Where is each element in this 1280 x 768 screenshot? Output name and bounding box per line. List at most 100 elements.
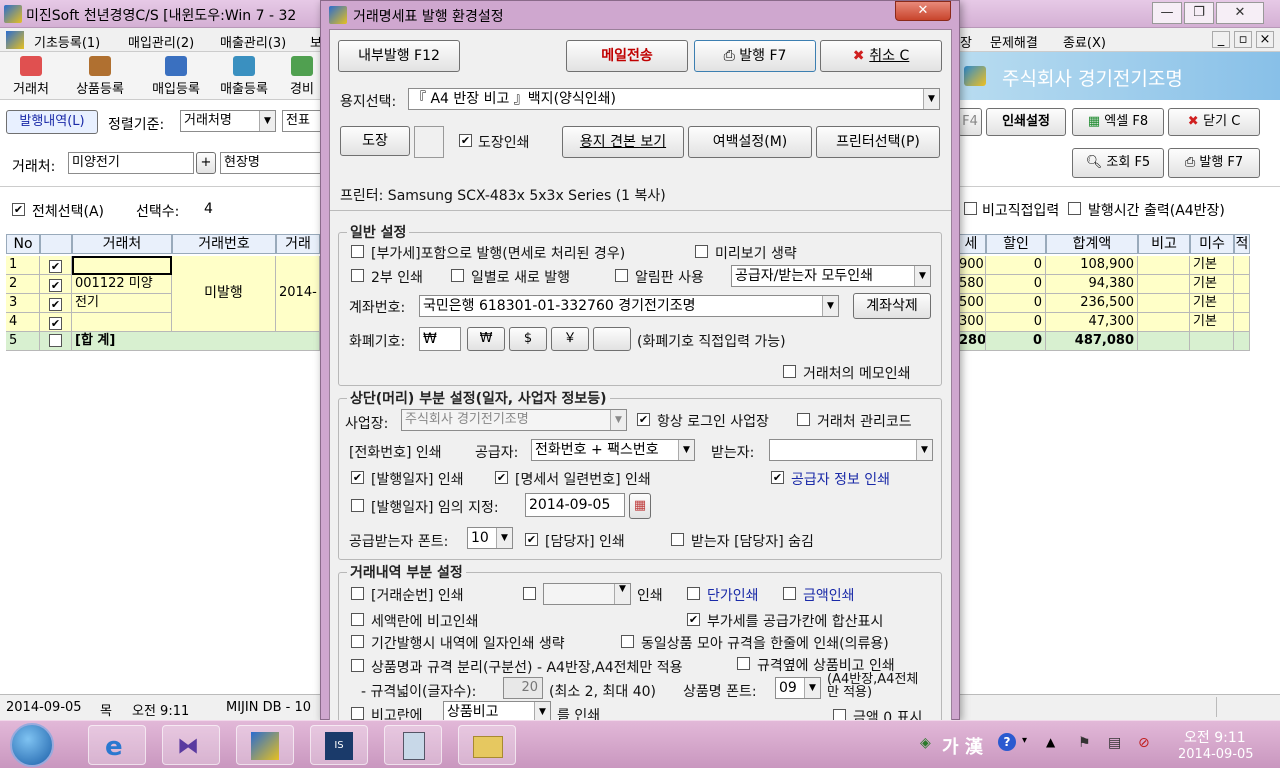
seq-print-checkbox[interactable] <box>351 587 364 600</box>
account-select[interactable]: 국민은행 618301-01-332760 경기전기조명 ▼ <box>419 295 839 317</box>
row-checkbox[interactable]: ✔ <box>49 298 62 311</box>
taskbar-folder[interactable] <box>458 725 516 765</box>
row-check[interactable]: ✔ <box>40 256 72 275</box>
tray-expand-icon[interactable]: ▲ <box>1046 735 1055 749</box>
manager-print-checkbox[interactable]: ✔ <box>525 533 538 546</box>
menu-partial[interactable]: 장 <box>960 32 972 51</box>
row-memo[interactable] <box>1138 256 1190 275</box>
row-misu[interactable]: 기본 <box>1190 294 1234 313</box>
currency-input[interactable]: ₩ <box>419 327 461 351</box>
vat-included-checkbox[interactable] <box>351 245 364 258</box>
search-button[interactable]: 🔍︎ 조회 F5 <box>1072 148 1164 178</box>
extra-print-select[interactable]: ▼ <box>543 583 631 605</box>
total-tax[interactable]: 280 <box>956 332 986 351</box>
mdi-close-icon[interactable]: × <box>1256 31 1274 48</box>
total-check[interactable] <box>40 332 72 351</box>
item-font-select[interactable]: 09 ▼ <box>775 677 821 699</box>
date-input[interactable]: 2014-09-05 <box>525 493 625 517</box>
internal-issue-button[interactable]: 내부발행 F12 <box>338 40 460 72</box>
both-print-select[interactable]: 공급자/받는자 모두인쇄 ▼ <box>731 265 931 287</box>
row-misu[interactable]: 기본 <box>1190 313 1234 332</box>
mdi-restore-icon[interactable]: ▫ <box>1234 31 1252 48</box>
row-discount[interactable]: 0 <box>986 275 1046 294</box>
row-tax[interactable]: 580 <box>956 275 986 294</box>
tax-memo-checkbox[interactable] <box>351 613 364 626</box>
two-copies-checkbox[interactable] <box>351 269 364 282</box>
client-input[interactable]: 미양전기 <box>68 152 194 174</box>
row-extra[interactable] <box>1234 275 1250 294</box>
currency-dollar-button[interactable]: $ <box>509 327 547 351</box>
col-client[interactable]: 거래처 <box>72 234 172 254</box>
sort-select[interactable]: 거래처명 ▼ <box>180 110 276 132</box>
site-input[interactable]: 현장명 <box>220 152 324 174</box>
row-discount[interactable]: 0 <box>986 313 1046 332</box>
paper-select[interactable]: 『 A4 반장 비고 』백지(양식인쇄) ▼ <box>408 88 940 110</box>
dialog-close-button[interactable]: ✕ <box>895 1 951 21</box>
taskbar-media[interactable]: ⧓ <box>162 725 220 765</box>
row-tax[interactable]: 900 <box>956 256 986 275</box>
margin-button[interactable]: 여백설정(M) <box>688 126 812 158</box>
row-memo[interactable] <box>1138 294 1190 313</box>
toolbar-sales-button[interactable]: 매출등록 <box>212 54 276 98</box>
help-icon[interactable]: ? <box>998 733 1016 751</box>
usb-icon[interactable]: ▤ <box>1108 735 1121 751</box>
supplier-info-checkbox[interactable]: ✔ <box>771 471 784 484</box>
client-memo-checkbox[interactable] <box>783 365 796 378</box>
row-check[interactable]: ✔ <box>40 294 72 313</box>
same-item-checkbox[interactable] <box>621 635 634 648</box>
toolbar-client-button[interactable]: 거래처 <box>6 54 56 98</box>
currency-won-button[interactable]: ₩ <box>467 327 505 351</box>
total-misu[interactable] <box>1190 332 1234 351</box>
select-all-checkbox[interactable]: ✔ <box>12 203 25 216</box>
sort-select-2[interactable]: 전표 <box>282 110 322 132</box>
f4-button[interactable]: F4 <box>958 108 982 136</box>
menu-basic[interactable]: 기초등록(1) <box>34 32 100 51</box>
menu-exit[interactable]: 종료(X) <box>1063 32 1106 51</box>
total-sum[interactable]: 487,080 <box>1046 332 1138 351</box>
menu-purchase[interactable]: 매입관리(2) <box>128 32 194 51</box>
menu-troubleshoot[interactable]: 문제해결 <box>990 32 1038 51</box>
col-date[interactable]: 거래 <box>276 234 320 254</box>
col-extra[interactable]: 적 <box>1234 234 1250 254</box>
row-client[interactable]: 전기 <box>72 294 172 313</box>
extra-print-checkbox[interactable] <box>523 587 536 600</box>
supplier-select[interactable]: 전화번호 + 팩스번호 ▼ <box>531 439 695 461</box>
row-extra[interactable] <box>1234 313 1250 332</box>
issue-time-checkbox[interactable] <box>1068 202 1081 215</box>
col-misu[interactable]: 미수 <box>1190 234 1234 254</box>
row-no[interactable]: 4 <box>6 313 40 332</box>
cancel-button[interactable]: ✖ 취소 C <box>820 40 942 72</box>
row-checkbox[interactable]: ✔ <box>49 260 62 273</box>
row-memo[interactable] <box>1138 275 1190 294</box>
paper-preview-button[interactable]: 용지 견본 보기 <box>562 126 684 158</box>
currency-empty-button[interactable] <box>593 327 631 351</box>
ime-status[interactable]: 가 漢 <box>942 733 983 759</box>
total-memo[interactable] <box>1138 332 1190 351</box>
split-name-checkbox[interactable] <box>351 659 364 672</box>
taskbar-is50[interactable]: IS <box>310 725 368 765</box>
unit-price-checkbox[interactable] <box>687 587 700 600</box>
hide-receiver-manager-checkbox[interactable] <box>671 533 684 546</box>
total-no[interactable]: 5 <box>6 332 40 351</box>
tray-time[interactable]: 오전 9:11 <box>1184 727 1246 747</box>
notice-use-checkbox[interactable] <box>615 269 628 282</box>
row-no[interactable]: 2 <box>6 275 40 294</box>
row-client[interactable]: 001122 미양 <box>72 275 172 294</box>
row-status[interactable]: 미발행 <box>172 256 276 332</box>
start-button[interactable] <box>10 723 54 767</box>
row-memo[interactable] <box>1138 313 1190 332</box>
spec-memo-checkbox[interactable] <box>737 657 750 670</box>
spec-width-input[interactable]: 20 <box>503 677 543 699</box>
col-tax[interactable]: 세 <box>956 234 986 254</box>
network-icon[interactable]: ⚑ <box>1078 735 1091 751</box>
account-delete-button[interactable]: 계좌삭제 <box>853 293 931 319</box>
email-send-button[interactable]: 메일전송 <box>566 40 688 72</box>
row-total[interactable]: 47,300 <box>1046 313 1138 332</box>
stamp-print-checkbox[interactable]: ✔ <box>459 134 472 147</box>
total-extra[interactable] <box>1234 332 1250 351</box>
row-total[interactable]: 94,380 <box>1046 275 1138 294</box>
row-extra[interactable] <box>1234 294 1250 313</box>
col-check[interactable] <box>40 234 72 254</box>
row-discount[interactable]: 0 <box>986 294 1046 313</box>
row-misu[interactable]: 기본 <box>1190 275 1234 294</box>
